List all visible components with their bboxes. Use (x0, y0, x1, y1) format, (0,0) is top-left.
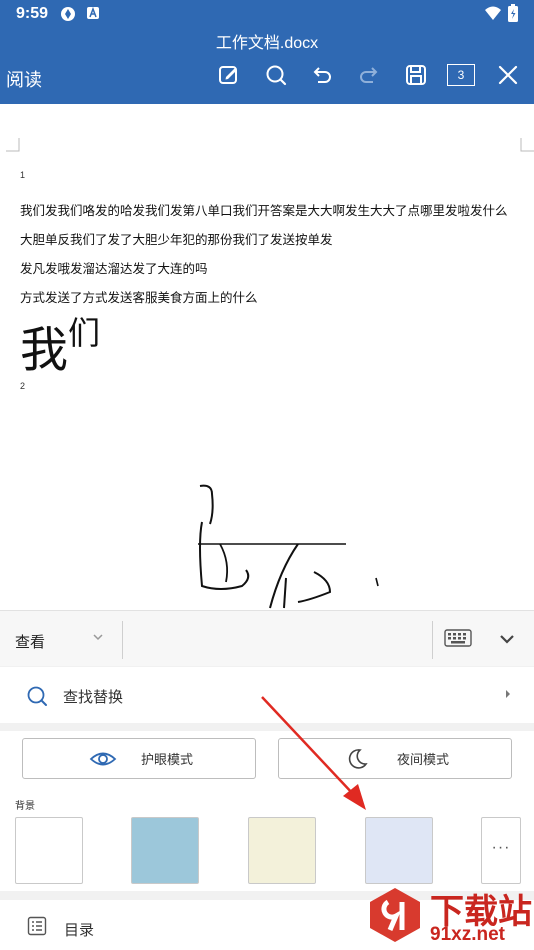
night-mode-button[interactable]: 夜间模式 (278, 738, 512, 779)
page-number-2: 2 (20, 381, 26, 391)
app-header: 9:59 工作文档.docx 阅读 3 (0, 0, 534, 104)
status-bar: 9:59 (0, 0, 534, 28)
view-dropdown-icon[interactable] (92, 631, 104, 643)
find-replace-item[interactable]: 查找替换 (0, 667, 534, 723)
background-swatch-beige[interactable] (248, 817, 316, 884)
find-replace-label: 查找替换 (63, 689, 124, 706)
document-title: 工作文档.docx (215, 35, 319, 52)
search-icon (266, 65, 287, 86)
background-swatch-white[interactable] (15, 817, 83, 884)
notification-icon (86, 6, 100, 25)
reading-mode-label[interactable]: 阅读 (6, 66, 42, 92)
app-status-icon (60, 6, 76, 27)
eye-protection-mode-button[interactable]: 护眼模式 (22, 738, 256, 779)
battery-icon (508, 4, 518, 27)
document-line: 方式发送了方式发送客服美食方面上的什么 (20, 291, 258, 305)
page-corner-mark (6, 138, 20, 152)
collapse-panel-icon[interactable] (498, 630, 516, 648)
chevron-right-icon (506, 690, 510, 698)
large-text-main: 我 (20, 324, 69, 377)
document-line: 大胆单反我们了发了大胆少年犯的那份我们了发送按单发 (20, 233, 333, 247)
close-icon (498, 65, 518, 85)
page-count-button[interactable]: 3 (446, 60, 476, 90)
edit-icon (219, 66, 237, 84)
page-corner-mark (520, 138, 534, 152)
page-number-1: 1 (20, 170, 26, 180)
view-menu-label[interactable]: 查看 (15, 631, 45, 652)
divider (122, 621, 123, 659)
redo-icon (360, 67, 378, 83)
background-swatch-lavender[interactable] (365, 817, 433, 884)
large-text: 我们 (20, 308, 100, 380)
night-mode-label: 夜间模式 (396, 752, 449, 767)
watermark-url: 91xz.net (430, 924, 505, 945)
display-settings: 护眼模式 夜间模式 背景 ··· (0, 731, 534, 891)
save-button[interactable] (400, 60, 432, 90)
view-menu-bar: 查看 (0, 610, 534, 666)
status-time: 9:59 (16, 5, 49, 22)
more-backgrounds-button[interactable]: ··· (481, 817, 521, 884)
watermark-logo (370, 888, 420, 942)
background-label: 背景 (15, 801, 35, 812)
undo-button[interactable] (306, 60, 338, 90)
close-button[interactable] (492, 60, 524, 90)
eye-protection-mode-label: 护眼模式 (140, 752, 193, 767)
page-count: 3 (447, 64, 475, 86)
document-canvas[interactable]: 1 我们发我们咯发的哈发我们发第八单口我们开答案是大大啊发生大大了点哪里发啦发什… (0, 104, 534, 610)
keyboard-icon[interactable] (444, 629, 472, 647)
redo-button[interactable] (353, 60, 385, 90)
save-icon (406, 65, 426, 85)
handwriting-sketch (198, 484, 379, 609)
table-of-contents-label: 目录 (64, 922, 95, 939)
large-text-small: 们 (68, 315, 101, 351)
find-replace-icon (27, 686, 47, 706)
site-watermark: 下载站 91xz.net (362, 884, 532, 948)
background-swatch-blue[interactable] (131, 817, 199, 884)
document-line: 我们发我们咯发的哈发我们发第八单口我们开答案是大大啊发生大大了点哪里发啦发什么 (20, 204, 508, 218)
undo-icon (313, 67, 331, 83)
divider (432, 621, 433, 659)
edit-button[interactable] (213, 60, 245, 90)
table-of-contents-icon (27, 916, 47, 936)
wifi-icon (484, 6, 502, 27)
search-button[interactable] (260, 60, 292, 90)
document-line: 发凡发哦发溜达溜达发了大连的吗 (20, 262, 208, 276)
